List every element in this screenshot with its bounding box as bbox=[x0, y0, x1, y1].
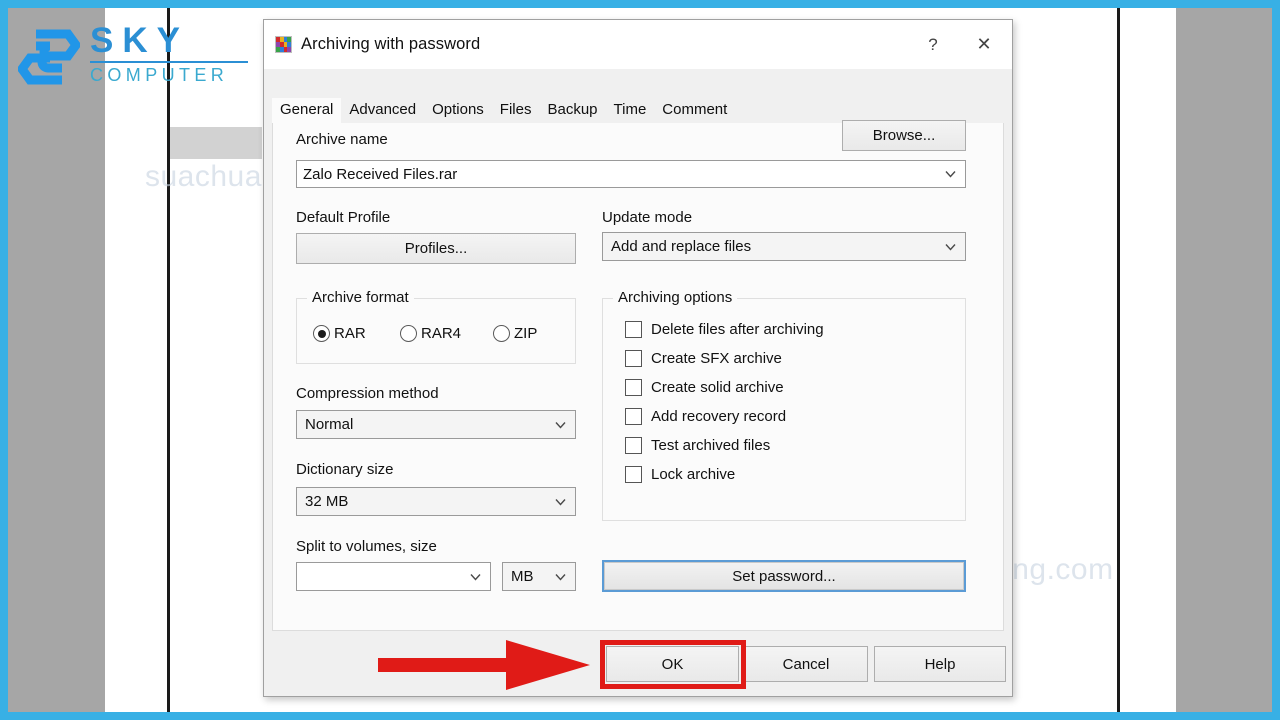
radio-format-rar4[interactable]: RAR4 bbox=[400, 325, 461, 342]
radio-format-rar-label: RAR bbox=[334, 325, 366, 342]
split-to-volumes-label: Split to volumes, size bbox=[296, 538, 437, 555]
dialog-titlebar: Archiving with password ? ✕ bbox=[264, 20, 1012, 69]
compression-method-select[interactable]: Normal bbox=[296, 410, 576, 439]
set-password-label: Set password... bbox=[604, 562, 964, 590]
chevron-down-icon[interactable] bbox=[555, 421, 566, 428]
checkbox-add-recovery-record[interactable]: Add recovery record bbox=[625, 408, 824, 425]
radio-selected-icon bbox=[313, 325, 330, 342]
dictionary-size-select[interactable]: 32 MB bbox=[296, 487, 576, 516]
archive-format-label: Archive format bbox=[307, 289, 414, 306]
archive-name-input[interactable]: Zalo Received Files.rar bbox=[296, 160, 966, 188]
radio-format-zip[interactable]: ZIP bbox=[493, 325, 537, 342]
logo-wordmark: SKY COMPUTER bbox=[90, 22, 248, 85]
default-profile-label: Default Profile bbox=[296, 209, 391, 226]
logo-secondary-text: COMPUTER bbox=[90, 65, 229, 85]
checkbox-label: Delete files after archiving bbox=[651, 321, 824, 338]
archive-name-value: Zalo Received Files.rar bbox=[303, 165, 458, 183]
tab-options[interactable]: Options bbox=[424, 98, 492, 124]
sky-hexagon-s-icon bbox=[16, 28, 82, 86]
dictionary-size-value: 32 MB bbox=[305, 493, 349, 510]
chevron-down-icon[interactable] bbox=[555, 573, 566, 580]
cancel-button[interactable]: Cancel bbox=[744, 646, 868, 682]
tab-time[interactable]: Time bbox=[605, 98, 655, 124]
checkbox-unchecked-icon bbox=[625, 379, 642, 396]
titlebar-buttons: ? ✕ bbox=[910, 20, 1012, 69]
checkbox-lock-archive[interactable]: Lock archive bbox=[625, 466, 824, 483]
profiles-button[interactable]: Profiles... bbox=[296, 233, 576, 264]
checkbox-unchecked-icon bbox=[625, 408, 642, 425]
chevron-down-icon[interactable] bbox=[555, 498, 566, 505]
logo-primary-text: SKY bbox=[90, 21, 189, 60]
set-password-button[interactable]: Set password... bbox=[602, 560, 966, 592]
archiving-options-group: Archiving options Delete files after arc… bbox=[602, 289, 966, 521]
radio-unselected-icon bbox=[400, 325, 417, 342]
update-mode-value: Add and replace files bbox=[611, 238, 752, 255]
chevron-down-icon[interactable] bbox=[945, 171, 956, 178]
tab-general[interactable]: General bbox=[272, 98, 342, 124]
background-divider-right bbox=[1117, 8, 1120, 712]
checkbox-unchecked-icon bbox=[625, 350, 642, 367]
radio-format-zip-label: ZIP bbox=[514, 325, 538, 342]
ok-button[interactable]: OK bbox=[606, 646, 739, 682]
tab-advanced[interactable]: Advanced bbox=[341, 98, 425, 124]
background-gray-right bbox=[1176, 8, 1272, 712]
checkbox-label: Lock archive bbox=[651, 466, 736, 483]
dialog-title: Archiving with password bbox=[301, 35, 481, 53]
checkbox-delete-files-after-archiving[interactable]: Delete files after archiving bbox=[625, 321, 824, 338]
archiving-options-list: Delete files after archiving Create SFX … bbox=[625, 321, 824, 495]
compression-method-value: Normal bbox=[305, 416, 354, 433]
checkbox-label: Add recovery record bbox=[651, 408, 787, 425]
help-button[interactable]: Help bbox=[874, 646, 1006, 682]
browse-button[interactable]: Browse... bbox=[842, 120, 966, 151]
tab-files[interactable]: Files bbox=[491, 98, 540, 124]
winrar-books-icon bbox=[275, 36, 292, 53]
help-icon[interactable]: ? bbox=[910, 20, 956, 69]
background-gray-left bbox=[8, 8, 105, 712]
background-divider-left bbox=[167, 8, 170, 712]
archiving-options-label: Archiving options bbox=[613, 289, 738, 306]
split-unit-select[interactable]: MB bbox=[502, 562, 576, 591]
checkbox-create-sfx-archive[interactable]: Create SFX archive bbox=[625, 350, 824, 367]
logo-divider bbox=[90, 61, 248, 63]
screenshot-root: suachuamaytinhdanang.com suachuamaytinhd… bbox=[0, 0, 1280, 720]
close-icon[interactable]: ✕ bbox=[956, 20, 1012, 69]
checkbox-unchecked-icon bbox=[625, 466, 642, 483]
checkbox-label: Create SFX archive bbox=[651, 350, 782, 367]
archive-format-group: Archive format RAR RAR4 ZIP bbox=[296, 289, 576, 364]
split-unit-value: MB bbox=[511, 568, 534, 585]
split-size-input[interactable] bbox=[296, 562, 491, 591]
radio-format-rar[interactable]: RAR bbox=[313, 325, 366, 342]
chevron-down-icon[interactable] bbox=[945, 243, 956, 250]
update-mode-label: Update mode bbox=[602, 209, 693, 226]
archive-name-label: Archive name bbox=[296, 131, 388, 148]
sky-computer-logo: SKY COMPUTER bbox=[16, 22, 248, 94]
radio-unselected-icon bbox=[493, 325, 510, 342]
checkbox-unchecked-icon bbox=[625, 321, 642, 338]
checkbox-label: Test archived files bbox=[651, 437, 771, 454]
compression-method-label: Compression method bbox=[296, 385, 439, 402]
dictionary-size-label: Dictionary size bbox=[296, 461, 394, 478]
checkbox-label: Create solid archive bbox=[651, 379, 784, 396]
radio-format-rar4-label: RAR4 bbox=[421, 325, 462, 342]
checkbox-unchecked-icon bbox=[625, 437, 642, 454]
chevron-down-icon[interactable] bbox=[470, 573, 481, 580]
tab-comment[interactable]: Comment bbox=[654, 98, 736, 124]
checkbox-test-archived-files[interactable]: Test archived files bbox=[625, 437, 824, 454]
tab-backup[interactable]: Backup bbox=[539, 98, 606, 124]
background-gray-band bbox=[170, 127, 262, 159]
update-mode-select[interactable]: Add and replace files bbox=[602, 232, 966, 261]
checkbox-create-solid-archive[interactable]: Create solid archive bbox=[625, 379, 824, 396]
